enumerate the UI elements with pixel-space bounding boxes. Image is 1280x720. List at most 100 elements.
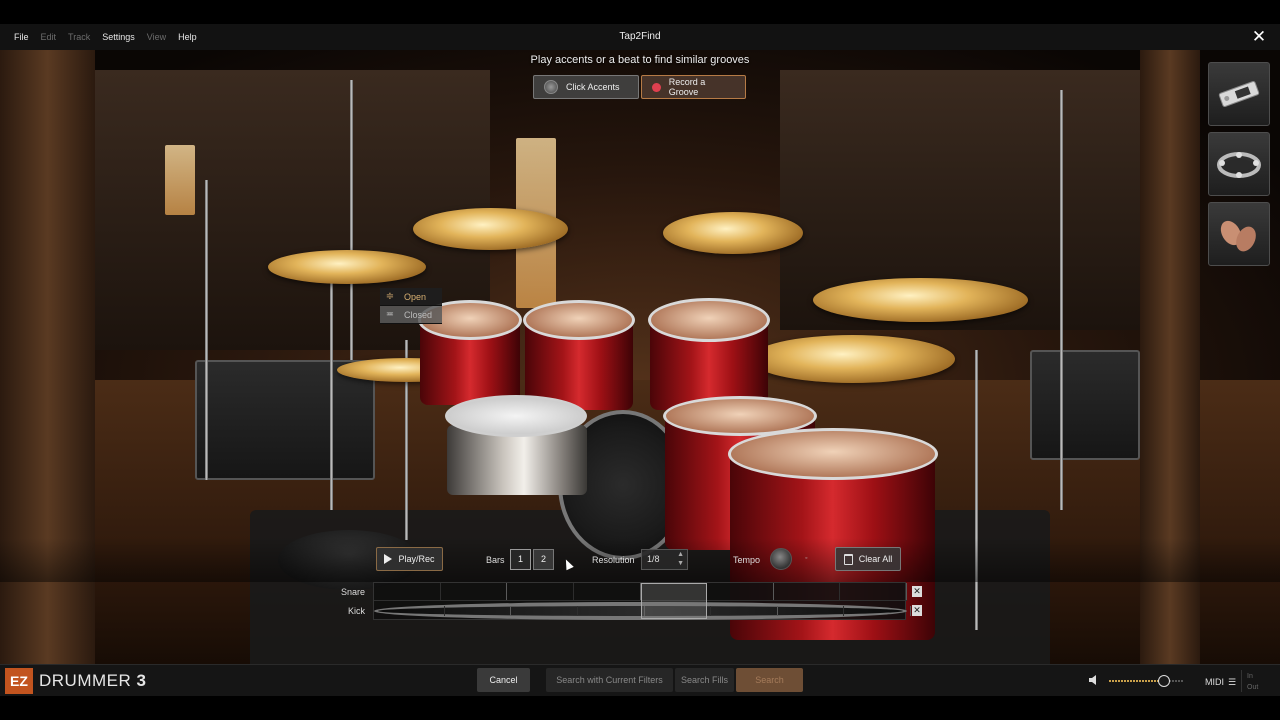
mic-stand	[205, 180, 208, 480]
trash-icon	[843, 553, 853, 565]
speaker-icon[interactable]	[1089, 675, 1098, 685]
play-icon	[384, 554, 393, 564]
hihat-articulation-popup: ≑ Open ≖ Closed	[380, 288, 442, 324]
click-accents-label: Click Accents	[566, 82, 620, 92]
hihat-open-icon: ≑	[385, 291, 395, 302]
tambourine-block-icon	[1218, 80, 1260, 108]
menu-edit[interactable]: Edit	[35, 24, 63, 50]
hand-clap-thumbnail[interactable]	[1208, 202, 1270, 266]
stepper-arrows-icon: ▲ ▼	[677, 551, 684, 567]
step-cell[interactable]	[378, 606, 445, 616]
hihat-closed-label: Closed	[404, 309, 433, 320]
snare-row-label: Snare	[340, 587, 365, 597]
step-cell[interactable]	[511, 606, 578, 616]
road-case	[195, 360, 375, 480]
hihat-closed-icon: ≖	[385, 309, 395, 320]
tempo-label: Tempo	[733, 555, 761, 565]
bars-label: Bars	[486, 555, 505, 565]
step-cell[interactable]	[578, 606, 645, 616]
letterbox-top	[0, 0, 1280, 24]
hihat-closed-option[interactable]: ≖ Closed	[380, 306, 442, 324]
groove-editor-bar	[0, 538, 1280, 582]
cancel-button[interactable]: Cancel	[477, 668, 530, 692]
wall-light	[165, 145, 195, 215]
menu-bar: File Edit Track Settings View Help Tap2F…	[0, 24, 1280, 50]
divider	[1241, 670, 1242, 692]
volume-slider-fill[interactable]	[1109, 680, 1159, 682]
record-groove-button[interactable]: Record a Groove	[641, 75, 746, 99]
cymbal-stand	[330, 280, 333, 510]
menu-view[interactable]: View	[141, 24, 172, 50]
hamburger-menu-icon[interactable]: ☰	[1228, 677, 1236, 688]
crash-cymbal-right[interactable]	[663, 212, 803, 254]
crash-cymbal-left[interactable]	[268, 250, 426, 284]
ride-cymbal[interactable]	[813, 278, 1028, 322]
resolution-select[interactable]: 1/8 ▲ ▼	[641, 549, 688, 570]
step-cell[interactable]	[840, 583, 907, 600]
tambourine-thumbnail[interactable]	[1208, 132, 1270, 196]
mic-stand	[1060, 90, 1063, 510]
resolution-label: Resolution	[592, 555, 635, 565]
clear-all-button[interactable]: Clear All	[835, 547, 901, 571]
letterbox-bottom	[0, 696, 1280, 720]
tempo-knob[interactable]	[770, 548, 792, 570]
logo-version-number: 3	[136, 671, 147, 690]
step-cell[interactable]	[778, 606, 845, 616]
resolution-value: 1/8	[647, 554, 660, 564]
step-cell[interactable]	[445, 606, 512, 616]
step-cell[interactable]	[507, 583, 574, 600]
search-button[interactable]: Search	[736, 668, 803, 692]
step-cell[interactable]	[844, 606, 911, 616]
menu-help[interactable]: Help	[172, 24, 203, 50]
clear-snare-row-icon[interactable]: ✕	[912, 586, 922, 597]
tempo-reset-icon[interactable]: ◦	[805, 555, 807, 562]
step-grid[interactable]	[373, 582, 911, 620]
app-logo: EZ DRUMMER 3	[5, 668, 146, 694]
record-groove-label: Record a Groove	[668, 77, 706, 97]
cymbal-stand	[975, 350, 978, 630]
midi-out-label: Out	[1247, 684, 1259, 691]
step-cell[interactable]	[574, 583, 641, 600]
clear-all-label: Clear All	[858, 554, 893, 564]
crash-cymbal[interactable]	[413, 208, 568, 250]
menu-file[interactable]: File	[8, 24, 35, 50]
tambourine-icon	[1217, 152, 1261, 178]
logo-name: DRUMMER 3	[39, 671, 146, 691]
knob-icon	[544, 80, 558, 94]
play-rec-button[interactable]: Play/Rec	[376, 547, 443, 571]
search-fills-button[interactable]: Search Fills	[675, 668, 734, 692]
midi-in-out-indicator: In Out	[1247, 671, 1258, 693]
tom-3-head	[648, 298, 770, 342]
close-icon[interactable]: ✕	[1250, 28, 1268, 46]
hihat-open-label: Open	[404, 291, 427, 302]
volume-slider-handle[interactable]	[1158, 675, 1170, 687]
step-cell[interactable]	[707, 583, 774, 600]
bars-2-button[interactable]: 2	[533, 549, 554, 570]
tambourine-block-thumbnail[interactable]	[1208, 62, 1270, 126]
step-cell[interactable]	[711, 606, 778, 616]
china-cymbal[interactable]	[750, 335, 955, 383]
step-cell[interactable]	[441, 583, 508, 600]
snare-head	[445, 395, 587, 437]
mic-stand	[350, 80, 353, 360]
menu-track[interactable]: Track	[62, 24, 96, 50]
midi-label[interactable]: MIDI	[1205, 677, 1224, 687]
logo-name-text: DRUMMER	[39, 671, 132, 690]
step-cell[interactable]	[374, 583, 441, 600]
click-accents-button[interactable]: Click Accents	[533, 75, 639, 99]
step-cell[interactable]	[774, 583, 841, 600]
menu: File Edit Track Settings View Help	[0, 24, 203, 50]
floor-tom-2-head	[728, 428, 938, 480]
clear-kick-row-icon[interactable]: ✕	[912, 605, 922, 616]
logo-ez: EZ	[5, 668, 33, 694]
road-case	[1030, 350, 1140, 460]
playhead-highlight	[641, 583, 707, 619]
hihat-open-option[interactable]: ≑ Open	[380, 288, 442, 306]
menu-settings[interactable]: Settings	[96, 24, 141, 50]
record-icon	[652, 82, 661, 92]
bars-1-button[interactable]: 1	[510, 549, 531, 570]
midi-in-label: In	[1247, 673, 1253, 680]
tom-2-head	[523, 300, 635, 340]
tap2find-instruction: Play accents or a beat to find similar g…	[530, 54, 750, 66]
search-current-filters-button[interactable]: Search with Current Filters	[546, 668, 673, 692]
